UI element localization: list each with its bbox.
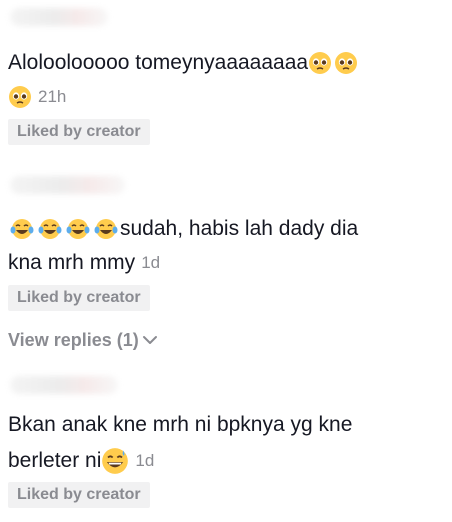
comment-2-line-2: kna mrh mmy 1d <box>8 250 160 276</box>
pleading-face-icon <box>335 52 358 74</box>
tears-of-joy-icon <box>66 219 90 239</box>
comment-3-line-1: Bkan anak kne mrh ni bpknya yg kne <box>8 412 352 438</box>
pleading-face-icon <box>309 52 332 74</box>
comment-1-line-1: Aloloolooooo tomeynyaaaaaaaa <box>8 50 358 76</box>
comment-timestamp: 1d <box>141 253 161 272</box>
blurred-username <box>10 8 108 26</box>
comment-3-line-2: berleter ni 1d <box>8 447 154 475</box>
tears-of-joy-icon <box>94 219 118 239</box>
blurred-username <box>10 376 118 394</box>
comment-text: kna mrh mmy <box>8 251 136 274</box>
view-replies-button[interactable]: View replies (1) <box>8 328 158 352</box>
blurred-username <box>10 176 125 194</box>
pleading-face-icon <box>9 86 31 108</box>
comment-1-line-2: 21h <box>8 84 66 110</box>
comment-timestamp: 1d <box>135 451 155 470</box>
liked-by-creator-badge: Liked by creator <box>8 482 150 508</box>
comment-2-line-1: sudah, habis lah dady dia <box>8 216 358 242</box>
comments-list: Aloloolooooo tomeynyaaaaaaaa 21h Liked b… <box>0 0 452 522</box>
comment-text: berleter ni <box>8 449 102 472</box>
comment-text: Bkan anak kne mrh ni bpknya yg kne <box>8 413 353 436</box>
comment-timestamp: 21h <box>38 87 67 106</box>
liked-by-creator-badge: Liked by creator <box>8 119 150 145</box>
grinning-sweat-icon <box>102 448 129 474</box>
chevron-down-icon <box>142 336 157 344</box>
liked-by-creator-badge: Liked by creator <box>8 285 150 311</box>
view-replies-label: View replies (1) <box>8 330 139 350</box>
comment-text: Aloloolooooo tomeynyaaaaaaaa <box>8 51 309 74</box>
comment-text: sudah, habis lah dady dia <box>120 217 359 240</box>
tears-of-joy-icon <box>38 219 62 239</box>
tears-of-joy-icon <box>10 219 34 239</box>
